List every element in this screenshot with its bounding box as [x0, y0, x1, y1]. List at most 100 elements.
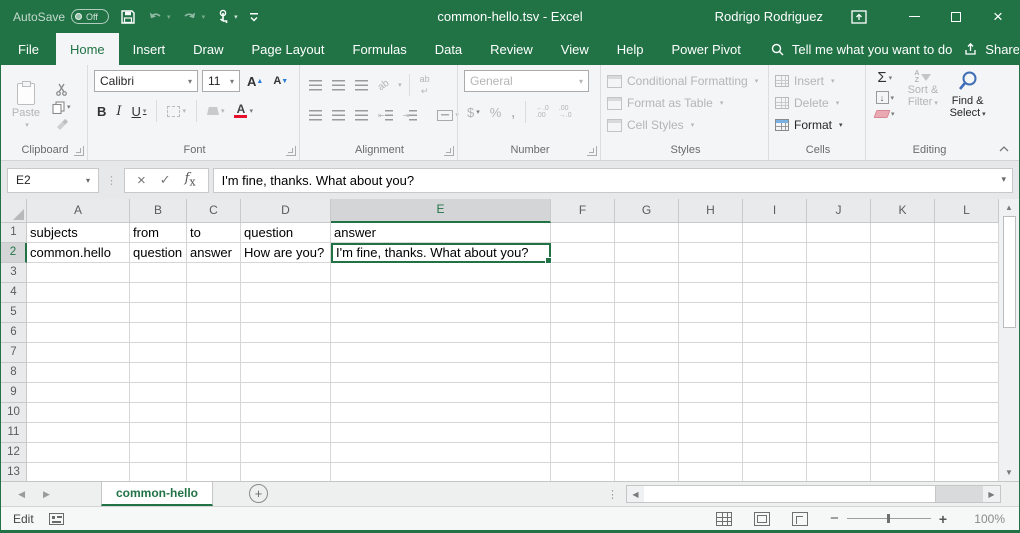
cell-E4[interactable]: [331, 283, 551, 303]
column-header-A[interactable]: A: [27, 199, 130, 223]
cell-J6[interactable]: [807, 323, 871, 343]
cell-E1[interactable]: answer: [331, 223, 551, 243]
cell-B3[interactable]: [130, 263, 187, 283]
column-header-D[interactable]: D: [241, 199, 331, 223]
cell-I8[interactable]: [743, 363, 807, 383]
format-as-table-button[interactable]: Format as Table▾: [607, 92, 764, 114]
cell-F4[interactable]: [551, 283, 615, 303]
zoom-out-button[interactable]: −: [830, 510, 839, 527]
minimize-button[interactable]: [893, 0, 935, 33]
redo-button[interactable]: ▾: [182, 10, 206, 24]
page-break-preview-button[interactable]: [792, 512, 808, 526]
number-dialog-launcher[interactable]: [587, 146, 597, 156]
touch-mode-button[interactable]: ▾: [216, 9, 238, 25]
cell-G10[interactable]: [615, 403, 679, 423]
cell-G9[interactable]: [615, 383, 679, 403]
cell-E8[interactable]: [331, 363, 551, 383]
cell-G4[interactable]: [615, 283, 679, 303]
column-header-L[interactable]: L: [935, 199, 999, 223]
row-header-11[interactable]: 11: [1, 423, 27, 443]
collapse-ribbon-icon[interactable]: [999, 146, 1009, 152]
cell-E12[interactable]: [331, 443, 551, 463]
align-right-button[interactable]: [352, 109, 371, 122]
cell-C11[interactable]: [187, 423, 241, 443]
cell-I13[interactable]: [743, 463, 807, 481]
cell-H11[interactable]: [679, 423, 743, 443]
cell-F5[interactable]: [551, 303, 615, 323]
cell-B11[interactable]: [130, 423, 187, 443]
cell-J11[interactable]: [807, 423, 871, 443]
cell-F12[interactable]: [551, 443, 615, 463]
cell-I6[interactable]: [743, 323, 807, 343]
cell-H12[interactable]: [679, 443, 743, 463]
cell-G8[interactable]: [615, 363, 679, 383]
orientation-button[interactable]: ab: [373, 75, 394, 95]
cell-F8[interactable]: [551, 363, 615, 383]
cell-G13[interactable]: [615, 463, 679, 481]
zoom-level[interactable]: 100%: [969, 512, 1005, 526]
cell-A5[interactable]: [27, 303, 130, 323]
cell-B10[interactable]: [130, 403, 187, 423]
row-header-7[interactable]: 7: [1, 343, 27, 363]
cell-styles-button[interactable]: Cell Styles▾: [607, 114, 764, 136]
tab-page-layout[interactable]: Page Layout: [238, 33, 339, 65]
delete-cells-button[interactable]: Delete▾: [775, 92, 861, 114]
cell-F9[interactable]: [551, 383, 615, 403]
cell-I5[interactable]: [743, 303, 807, 323]
tab-insert[interactable]: Insert: [119, 33, 180, 65]
cell-D5[interactable]: [241, 303, 331, 323]
cell-A6[interactable]: [27, 323, 130, 343]
percent-style-button[interactable]: %: [487, 104, 505, 121]
cell-F10[interactable]: [551, 403, 615, 423]
cell-F2[interactable]: [551, 243, 615, 263]
cell-L10[interactable]: [935, 403, 999, 423]
cell-L4[interactable]: [935, 283, 999, 303]
cell-H5[interactable]: [679, 303, 743, 323]
format-painter-button[interactable]: [49, 118, 74, 132]
macro-record-icon[interactable]: [49, 513, 64, 525]
comma-style-button[interactable]: ,: [508, 104, 518, 121]
cell-I10[interactable]: [743, 403, 807, 423]
cell-K12[interactable]: [871, 443, 935, 463]
previous-sheet-icon[interactable]: ◀: [18, 489, 25, 500]
cell-G6[interactable]: [615, 323, 679, 343]
align-center-button[interactable]: [329, 109, 348, 122]
row-header-9[interactable]: 9: [1, 383, 27, 403]
cell-L3[interactable]: [935, 263, 999, 283]
cell-I4[interactable]: [743, 283, 807, 303]
decrease-indent-button[interactable]: ⇤: [375, 109, 396, 122]
cell-C5[interactable]: [187, 303, 241, 323]
cell-F13[interactable]: [551, 463, 615, 481]
cell-A9[interactable]: [27, 383, 130, 403]
cell-H13[interactable]: [679, 463, 743, 481]
zoom-slider[interactable]: [847, 518, 931, 519]
cell-C6[interactable]: [187, 323, 241, 343]
tab-bar-splitter[interactable]: ⋮: [607, 482, 626, 506]
increase-decimal-button[interactable]: ←.0.00: [533, 104, 552, 120]
cell-A1[interactable]: subjects: [27, 223, 130, 243]
save-button[interactable]: [120, 9, 136, 25]
fill-color-button[interactable]: ▾: [204, 106, 228, 116]
row-header-1[interactable]: 1: [1, 223, 27, 243]
tab-help[interactable]: Help: [603, 33, 658, 65]
scroll-left-icon[interactable]: ◀: [627, 486, 644, 502]
cell-D10[interactable]: [241, 403, 331, 423]
cell-E10[interactable]: [331, 403, 551, 423]
cell-B4[interactable]: [130, 283, 187, 303]
cell-K2[interactable]: [871, 243, 935, 263]
cell-K6[interactable]: [871, 323, 935, 343]
cell-D7[interactable]: [241, 343, 331, 363]
scroll-up-icon[interactable]: ▲: [999, 199, 1019, 216]
cell-I11[interactable]: [743, 423, 807, 443]
cell-G1[interactable]: [615, 223, 679, 243]
cut-button[interactable]: [49, 82, 74, 97]
bottom-align-button[interactable]: [352, 79, 371, 92]
cell-A12[interactable]: [27, 443, 130, 463]
clipboard-dialog-launcher[interactable]: [74, 146, 84, 156]
cell-K1[interactable]: [871, 223, 935, 243]
cell-I7[interactable]: [743, 343, 807, 363]
tab-formulas[interactable]: Formulas: [339, 33, 421, 65]
cell-E2[interactable]: I'm fine, thanks. What about you?: [331, 243, 551, 263]
cell-A8[interactable]: [27, 363, 130, 383]
increase-indent-button[interactable]: ⇥: [400, 109, 421, 122]
